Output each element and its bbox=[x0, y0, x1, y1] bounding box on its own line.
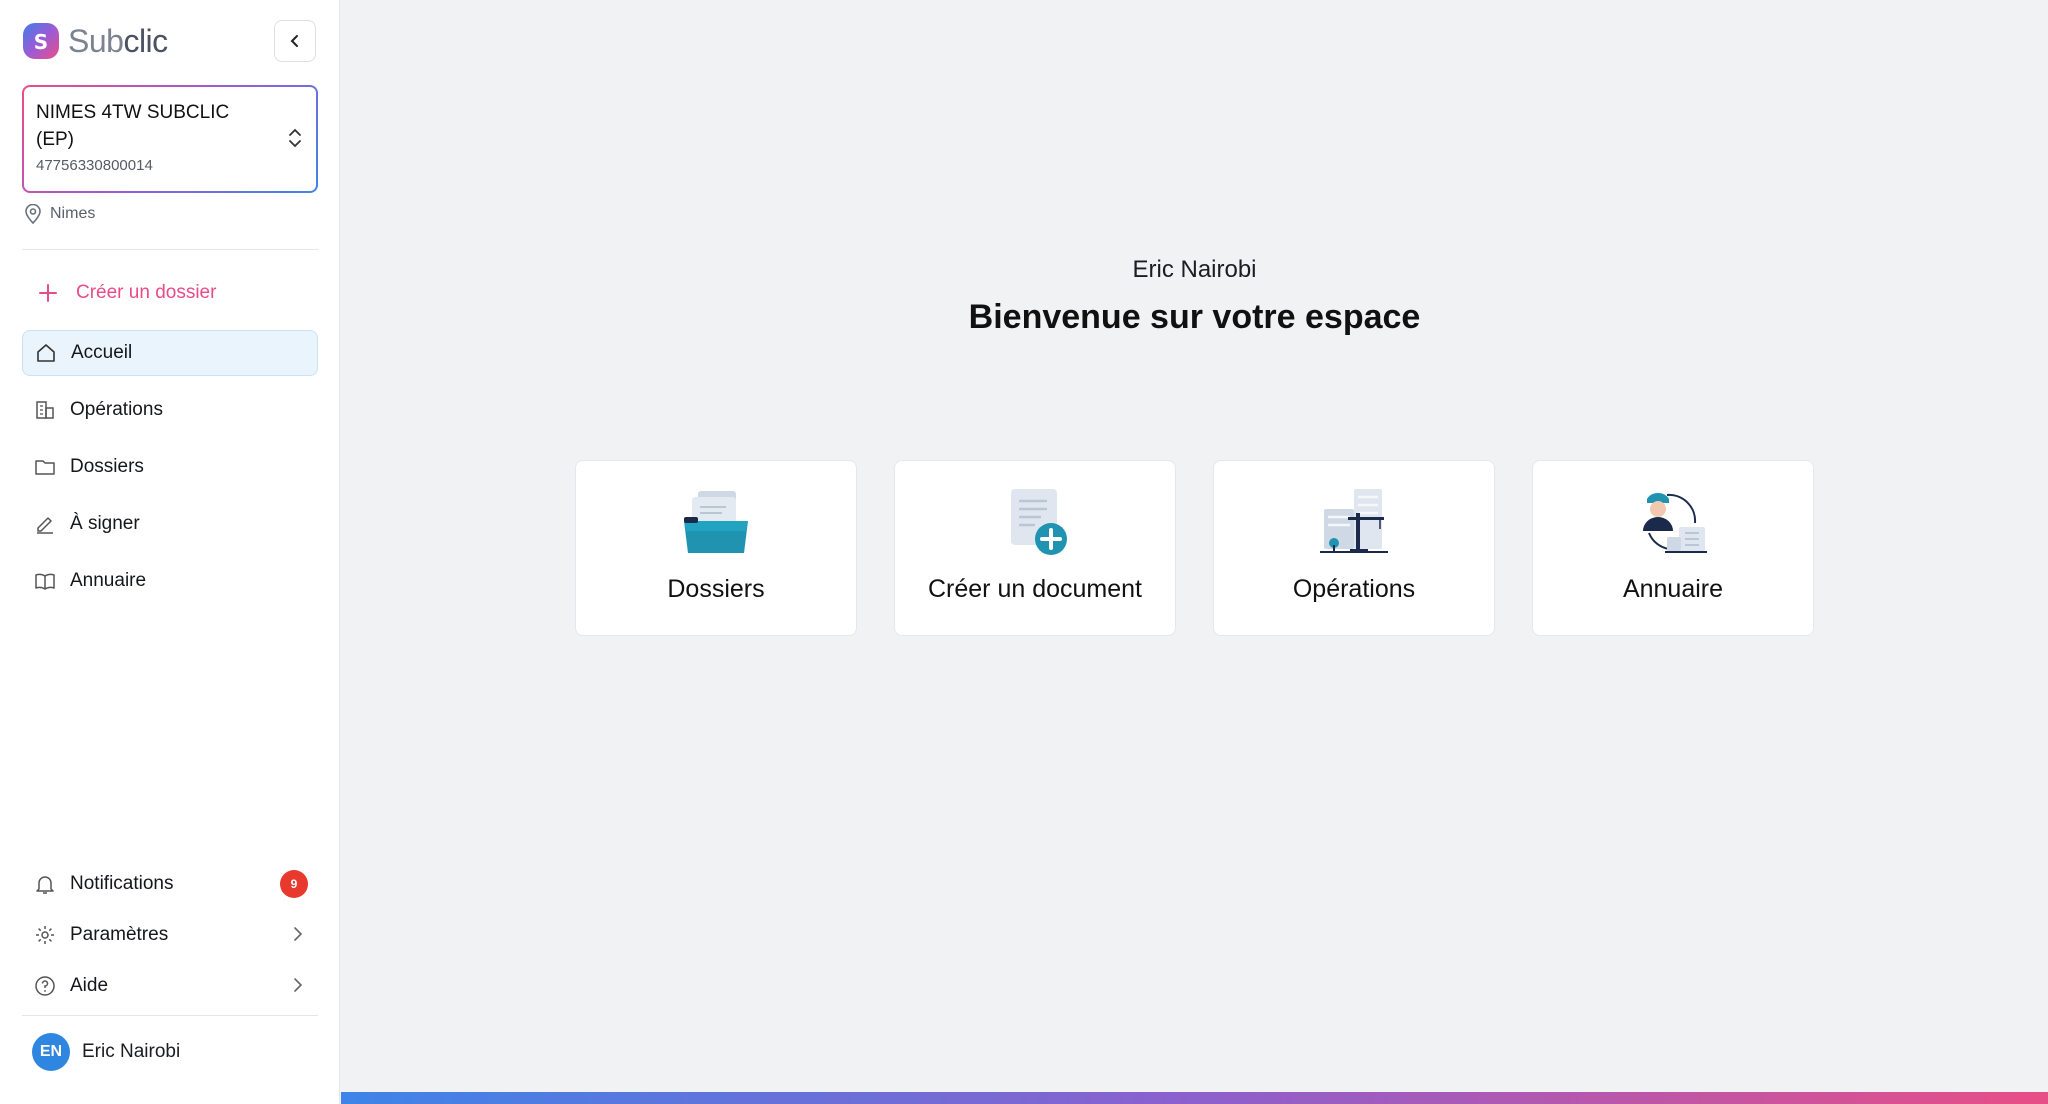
location-label: Nimes bbox=[50, 205, 96, 222]
settings-item[interactable]: Paramètres bbox=[22, 913, 318, 957]
sidebar-item-a-signer[interactable]: À signer bbox=[22, 501, 318, 547]
svg-text:S: S bbox=[34, 30, 48, 54]
sidebar-item-accueil[interactable]: Accueil bbox=[22, 330, 318, 376]
organization-selector[interactable]: NIMES 4TW SUBCLIC (EP) 47756330800014 bbox=[22, 85, 318, 193]
bell-icon bbox=[34, 873, 56, 895]
avatar: EN bbox=[32, 1033, 70, 1071]
pen-icon bbox=[34, 513, 56, 535]
folder-icon bbox=[34, 456, 56, 478]
chevron-right-icon bbox=[294, 978, 303, 992]
user-profile[interactable]: EN Eric Nairobi bbox=[32, 1033, 180, 1071]
user-greeting: Eric Nairobi bbox=[1132, 256, 1257, 283]
sidebar: S Subclic NIMES 4TW SUBCLIC (EP) 4775633… bbox=[0, 0, 340, 1104]
notifications-label: Notifications bbox=[70, 873, 174, 894]
notifications-count-badge: 9 bbox=[280, 870, 308, 898]
card-annuaire[interactable]: Annuaire bbox=[1532, 460, 1814, 636]
contacts-illustration-icon bbox=[1643, 492, 1707, 553]
create-folder-label: Créer un dossier bbox=[76, 282, 217, 303]
organization-name: NIMES 4TW SUBCLIC (EP) bbox=[36, 102, 230, 150]
book-icon bbox=[34, 570, 56, 592]
gradient-footer-bar bbox=[341, 1092, 2048, 1104]
chevron-up-down-icon bbox=[289, 128, 301, 148]
construction-illustration-icon bbox=[1320, 489, 1388, 553]
card-label: Opérations bbox=[1292, 575, 1416, 603]
collapse-sidebar-button[interactable] bbox=[274, 20, 316, 62]
sidebar-item-operations[interactable]: Opérations bbox=[22, 387, 318, 433]
settings-label: Paramètres bbox=[70, 924, 169, 945]
page-title: Bienvenue sur votre espace bbox=[968, 298, 1421, 336]
app-logo[interactable]: S Subclic bbox=[22, 22, 168, 60]
organization-siret: 47756330800014 bbox=[36, 157, 153, 174]
app-name: Subclic bbox=[68, 23, 168, 60]
create-folder-button[interactable]: Créer un dossier bbox=[38, 282, 216, 304]
sidebar-item-dossiers[interactable]: Dossiers bbox=[22, 444, 318, 490]
card-dossiers[interactable]: Dossiers bbox=[575, 460, 857, 636]
card-label: Créer un document bbox=[927, 575, 1142, 603]
document-add-illustration-icon bbox=[1011, 489, 1067, 555]
notifications-item[interactable]: Notifications 9 bbox=[22, 862, 318, 906]
divider bbox=[22, 249, 318, 250]
main-content: Eric Nairobi Bienvenue sur votre espace … bbox=[341, 0, 2048, 1104]
gear-icon bbox=[34, 924, 56, 946]
help-circle-icon bbox=[34, 975, 56, 997]
sidebar-item-label: À signer bbox=[70, 513, 140, 534]
organization-location: Nimes bbox=[24, 204, 95, 224]
card-label: Dossiers bbox=[667, 575, 765, 603]
sidebar-item-annuaire[interactable]: Annuaire bbox=[22, 558, 318, 604]
help-item[interactable]: Aide bbox=[22, 964, 318, 1008]
divider bbox=[22, 1015, 318, 1016]
building-icon bbox=[34, 399, 56, 421]
folder-illustration-icon bbox=[684, 491, 748, 553]
sidebar-item-label: Annuaire bbox=[70, 570, 147, 591]
chevron-left-icon bbox=[290, 35, 298, 47]
home-icon bbox=[35, 342, 57, 364]
sidebar-item-label: Accueil bbox=[71, 342, 133, 363]
subclic-logo-icon: S bbox=[23, 23, 59, 59]
user-name: Eric Nairobi bbox=[82, 1041, 181, 1062]
plus-icon bbox=[39, 284, 57, 302]
help-label: Aide bbox=[70, 975, 109, 996]
chevron-right-icon bbox=[294, 927, 303, 941]
logo-prefix: Sub bbox=[68, 22, 124, 59]
card-operations[interactable]: Opérations bbox=[1213, 460, 1495, 636]
map-pin-icon bbox=[25, 204, 41, 224]
card-creer-document[interactable]: Créer un document bbox=[894, 460, 1176, 636]
sidebar-item-label: Dossiers bbox=[70, 456, 144, 477]
card-label: Annuaire bbox=[1622, 575, 1724, 603]
logo-suffix: clic bbox=[123, 22, 168, 59]
sidebar-item-label: Opérations bbox=[70, 399, 163, 420]
